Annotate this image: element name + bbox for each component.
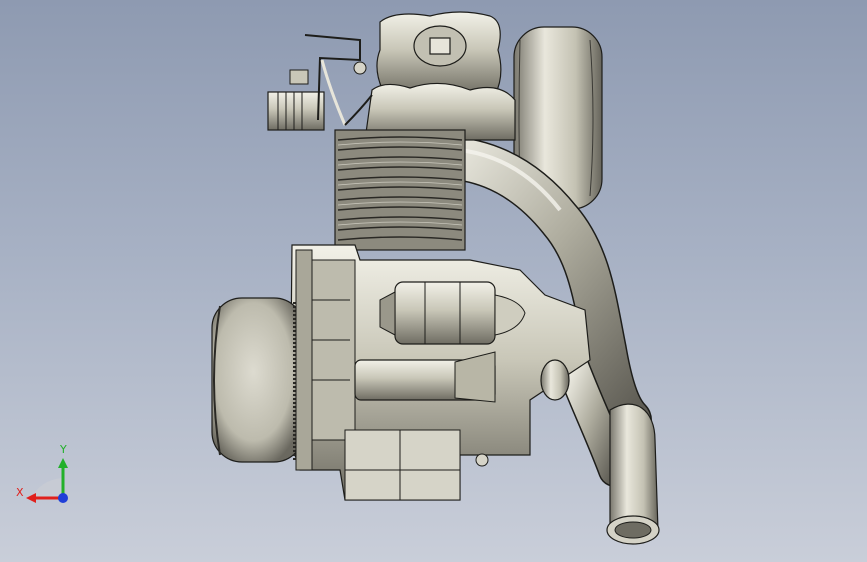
cylinder-head-cover[interactable] xyxy=(364,11,516,141)
ignition-coil[interactable] xyxy=(267,34,361,131)
cylinder-fins xyxy=(334,129,466,251)
engine-model[interactable] xyxy=(0,0,867,562)
graphics-viewport[interactable]: Y X xyxy=(0,0,867,562)
flywheel-cover[interactable] xyxy=(211,249,313,471)
